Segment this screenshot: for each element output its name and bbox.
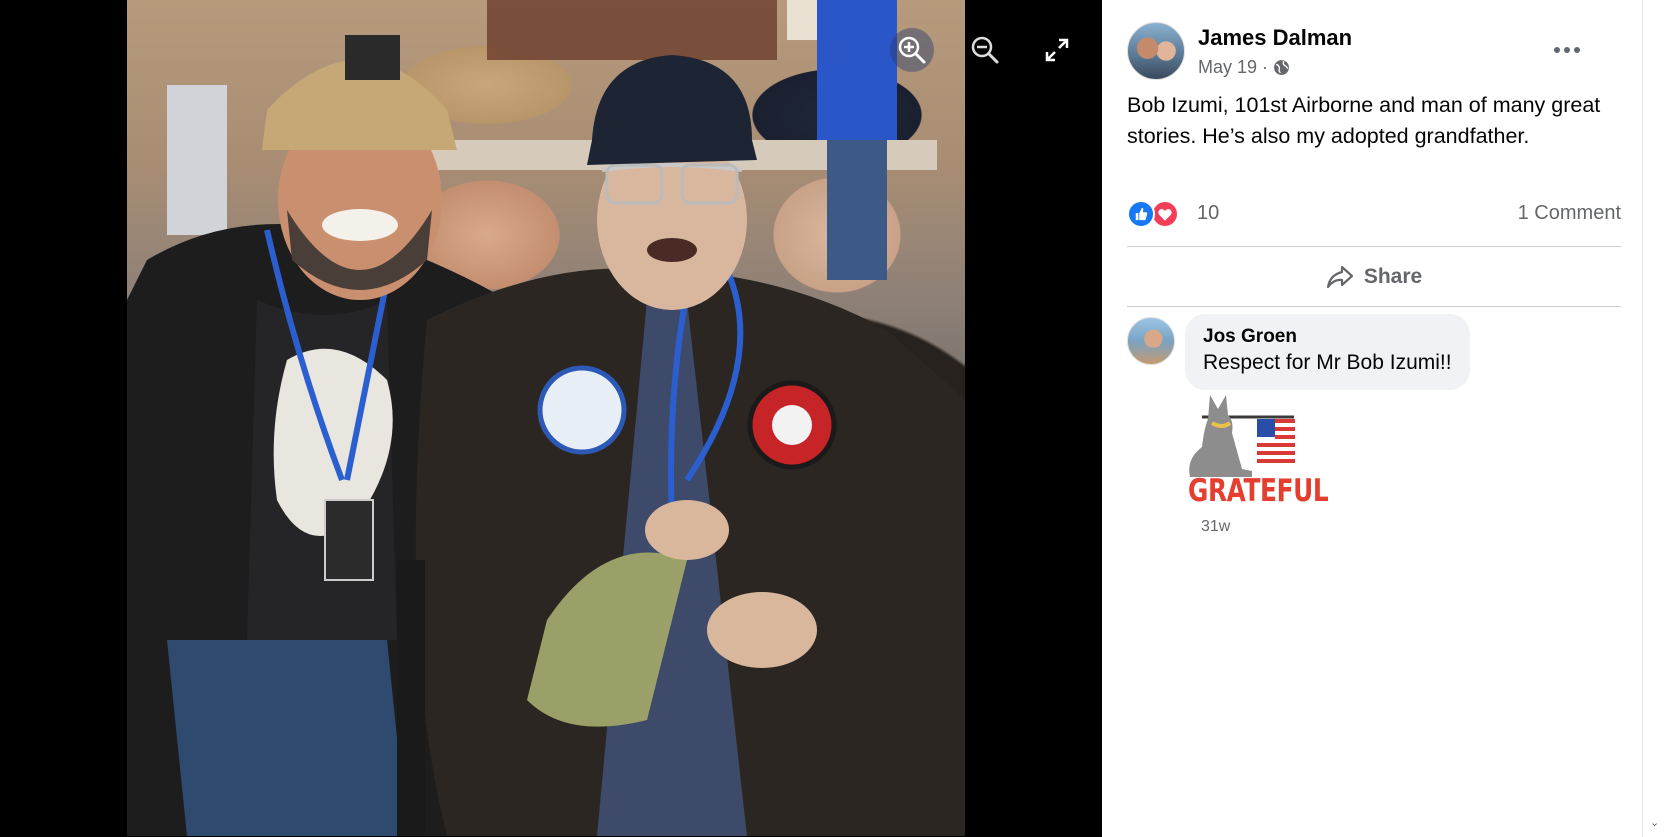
divider [1127, 306, 1621, 307]
commenter-avatar[interactable] [1127, 317, 1175, 365]
globe-icon [1274, 60, 1289, 75]
sticker-text: GRATEFUL [1188, 473, 1329, 509]
scrollbar[interactable] [1642, 0, 1668, 837]
post-photo [127, 0, 965, 836]
fullscreen-button[interactable] [1035, 28, 1079, 72]
comment-text: Respect for Mr Bob Izumi!! [1203, 351, 1452, 374]
reaction-icons[interactable] [1127, 200, 1183, 228]
comment-timestamp[interactable]: 31w [1201, 518, 1230, 536]
zoom-in-icon [898, 36, 926, 64]
photo-viewer [0, 0, 1102, 837]
like-icon [1127, 200, 1155, 228]
comment-count-link[interactable]: 1 Comment [1518, 202, 1621, 225]
author-name[interactable]: James Dalman [1198, 25, 1352, 51]
fullscreen-icon [1045, 38, 1069, 62]
divider [1127, 246, 1621, 247]
comment-sticker: GRATEFUL [1182, 389, 1329, 509]
reactions-row: 10 1 Comment [1127, 198, 1621, 232]
post-meta: May 19 · [1198, 57, 1290, 78]
meta-separator: · [1262, 57, 1269, 77]
share-icon [1326, 265, 1353, 289]
more-icon [1554, 47, 1580, 53]
share-button[interactable]: Share [1127, 252, 1621, 302]
more-options-button[interactable] [1547, 36, 1587, 64]
commenter-name[interactable]: Jos Groen [1203, 326, 1452, 348]
post-date[interactable]: May 19 [1198, 57, 1257, 78]
comment-bubble: Jos Groen Respect for Mr Bob Izumi!! [1185, 314, 1470, 390]
zoom-out-icon [971, 36, 999, 64]
reaction-count[interactable]: 10 [1197, 202, 1219, 225]
author-avatar[interactable] [1127, 22, 1185, 80]
love-icon [1151, 200, 1179, 228]
scroll-down-icon[interactable]: ⌄ [1650, 816, 1659, 829]
zoom-in-button[interactable] [890, 28, 934, 72]
post-caption: Bob Izumi, 101st Airborne and man of man… [1127, 93, 1601, 148]
zoom-out-button[interactable] [963, 28, 1007, 72]
dog-flag-sticker-icon [1189, 395, 1295, 477]
share-label: Share [1363, 265, 1423, 288]
post-header: James Dalman May 19 · [1127, 20, 1627, 80]
